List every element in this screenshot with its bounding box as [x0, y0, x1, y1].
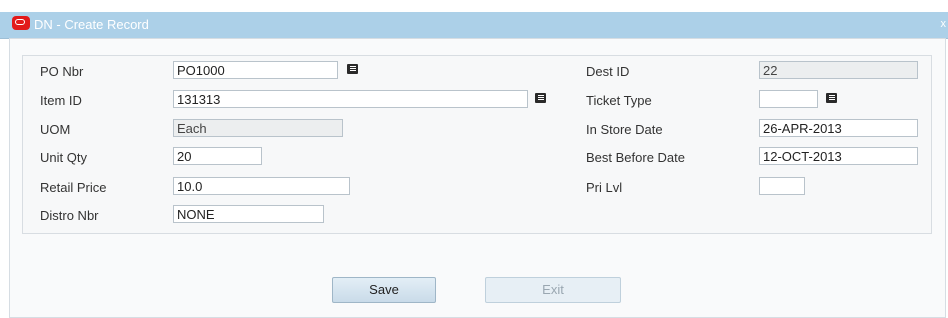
retail-price-label: Retail Price	[40, 180, 107, 195]
po-nbr-label: PO Nbr	[40, 64, 84, 79]
retail-price-field[interactable]	[173, 177, 350, 195]
dest-id-field	[759, 61, 918, 79]
best-before-date-label: Best Before Date	[586, 150, 685, 165]
best-before-date-field[interactable]	[759, 147, 918, 165]
unit-qty-label: Unit Qty	[40, 150, 87, 165]
close-icon[interactable]: x	[941, 18, 947, 30]
uom-field	[173, 119, 343, 137]
pri-lvl-label: Pri Lvl	[586, 180, 623, 195]
distro-nbr-label: Distro Nbr	[40, 208, 99, 223]
record-form-panel	[22, 55, 932, 234]
window-title: DN - Create Record	[34, 17, 149, 32]
oracle-logo-icon	[12, 16, 30, 30]
po-nbr-field[interactable]	[173, 61, 338, 79]
distro-nbr-field[interactable]	[173, 205, 324, 223]
item-id-list-icon[interactable]	[534, 92, 548, 105]
in-store-date-field[interactable]	[759, 119, 918, 137]
ticket-type-field[interactable]	[759, 90, 818, 108]
exit-button[interactable]: Exit	[485, 277, 621, 303]
po-nbr-list-icon[interactable]	[346, 63, 360, 76]
unit-qty-field[interactable]	[173, 147, 262, 165]
item-id-label: Item ID	[40, 93, 82, 108]
ticket-type-list-icon[interactable]	[825, 92, 839, 105]
title-bar: DN - Create Record x	[0, 12, 948, 39]
pri-lvl-field[interactable]	[759, 177, 805, 195]
in-store-date-label: In Store Date	[586, 122, 663, 137]
dest-id-label: Dest ID	[586, 64, 630, 79]
ticket-type-label: Ticket Type	[586, 93, 652, 108]
item-id-field[interactable]	[173, 90, 528, 108]
uom-label: UOM	[40, 122, 71, 137]
save-button[interactable]: Save	[332, 277, 436, 303]
